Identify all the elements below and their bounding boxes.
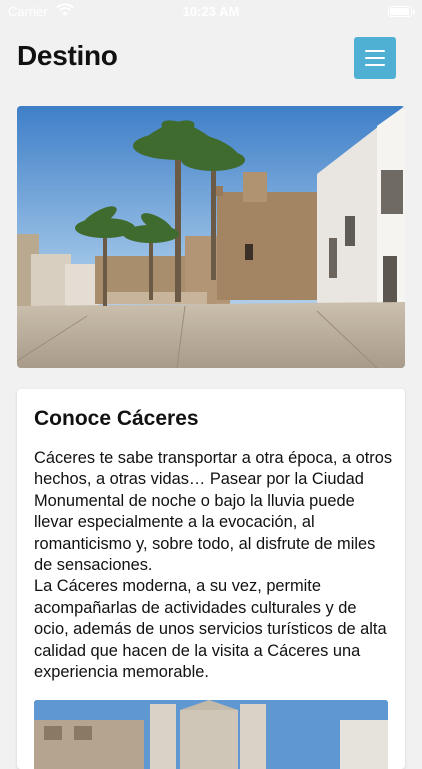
status-bar: Carrier 10:23 AM xyxy=(0,0,422,24)
description-paragraph: La Cáceres moderna, a su vez, permite ac… xyxy=(34,577,387,682)
battery-icon xyxy=(388,6,415,17)
card-title: Conoce Cáceres xyxy=(34,407,199,430)
description-paragraph: Cáceres te sabe transportar a otra época… xyxy=(34,449,393,575)
destination-card: Conoce Cáceres Cáceres te sabe transport… xyxy=(17,389,405,769)
card-description: Cáceres te sabe transportar a otra época… xyxy=(34,448,394,683)
status-time: 10:23 AM xyxy=(182,4,240,19)
card-image xyxy=(34,700,388,769)
menu-button[interactable] xyxy=(354,37,396,79)
page-title: Destino xyxy=(17,40,118,71)
hero-image xyxy=(17,106,405,368)
